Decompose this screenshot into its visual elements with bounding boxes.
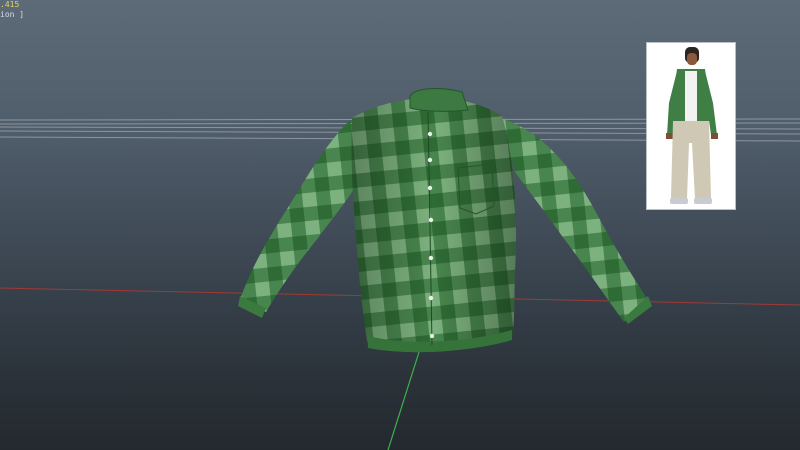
- view-mode-label: ion ]: [0, 10, 25, 19]
- character-preview-icon: [666, 47, 718, 204]
- 3d-viewport[interactable]: .415 ion ]: [0, 0, 800, 450]
- shirt-button: [429, 333, 435, 339]
- coordinate-readout: .415: [0, 0, 20, 9]
- viewport-hud: .415 ion ]: [0, 0, 24, 20]
- shirt-button: [427, 157, 433, 163]
- shirt-button: [427, 131, 433, 137]
- shirt-button: [428, 295, 434, 301]
- right-sleeve: [500, 118, 648, 322]
- shirt-collar: [409, 88, 469, 112]
- shirt-button: [427, 185, 433, 191]
- left-sleeve: [240, 120, 362, 312]
- shirt-button: [428, 217, 434, 223]
- shirt-button: [428, 255, 434, 261]
- character-preview-thumbnail[interactable]: [646, 42, 736, 210]
